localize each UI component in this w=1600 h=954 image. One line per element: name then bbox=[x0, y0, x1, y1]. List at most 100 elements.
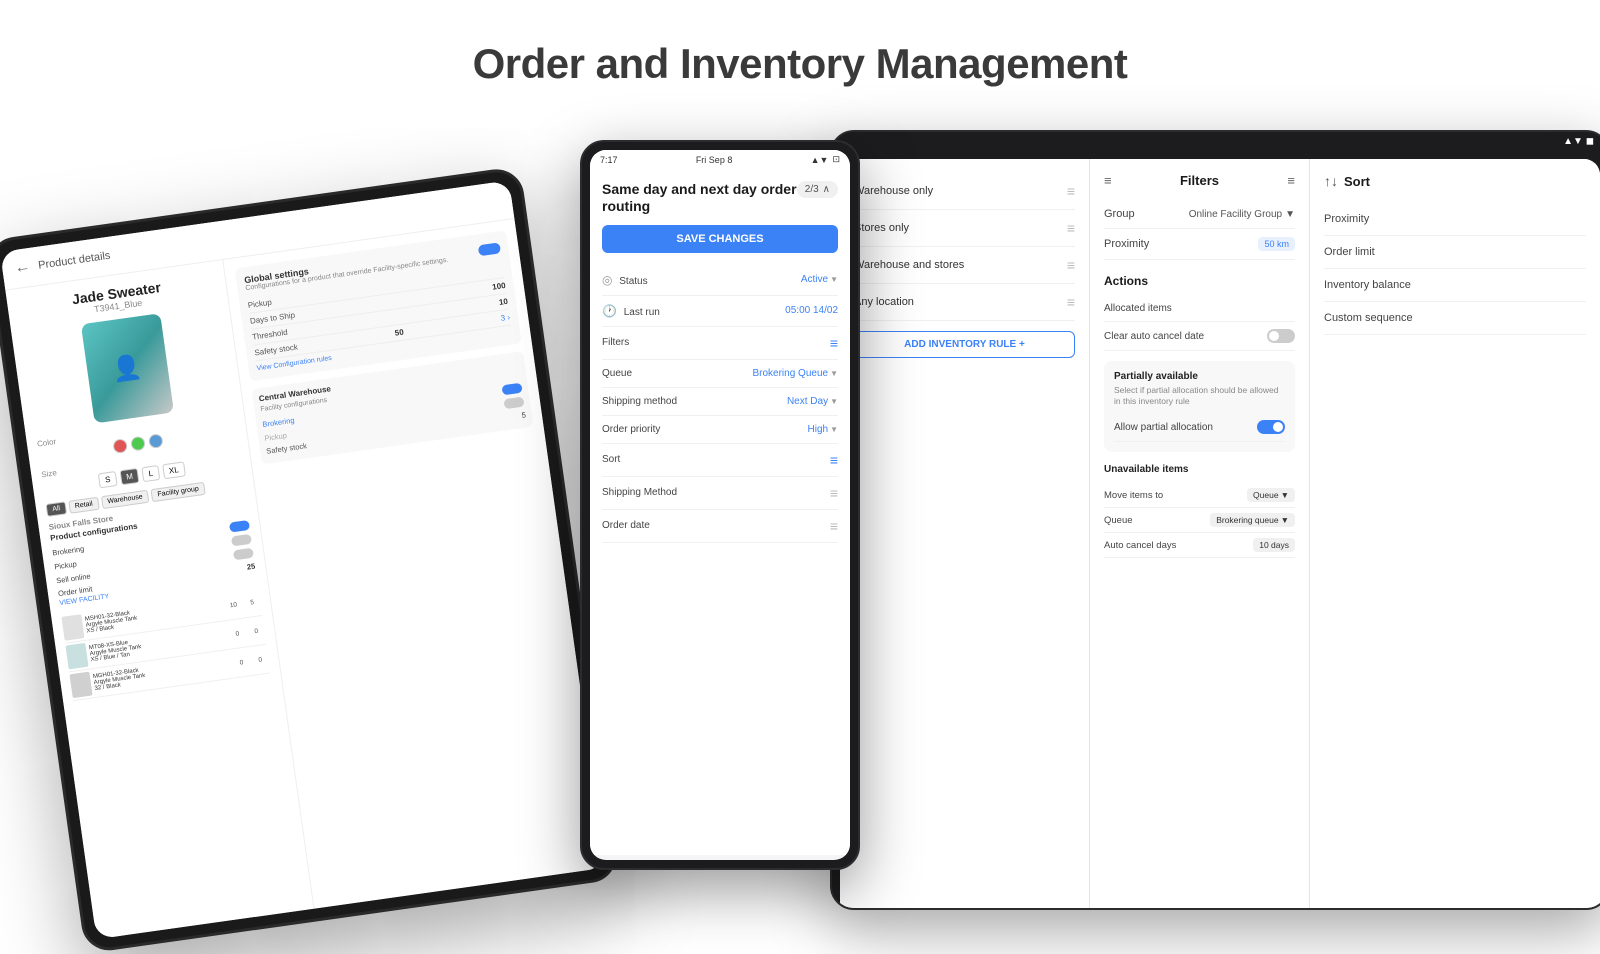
queue-row-right: Queue Brokering queue ▼ bbox=[1104, 508, 1295, 533]
move-items-label: Move items to bbox=[1104, 490, 1163, 501]
days-val: 100 bbox=[492, 281, 506, 292]
cw-brokering-toggle[interactable] bbox=[501, 383, 522, 396]
auto-cancel-val[interactable]: 10 days bbox=[1253, 538, 1295, 552]
proximity-filter-label: Proximity bbox=[1104, 238, 1149, 250]
clock-icon: 🕐 bbox=[602, 304, 617, 318]
safety-label: Safety stock bbox=[254, 342, 298, 357]
filters-row: Filters ≡ bbox=[602, 327, 838, 360]
move-items-val[interactable]: Queue ▼ bbox=[1247, 488, 1295, 502]
size-xl[interactable]: XL bbox=[162, 461, 186, 479]
last-run-label-icon: 🕐 Last run bbox=[602, 304, 660, 318]
rule-any-location-label: Any location bbox=[854, 296, 914, 308]
rule-warehouse-only[interactable]: Warehouse only ≡ bbox=[854, 173, 1075, 210]
order-date-drag-row: Order date ≡ bbox=[602, 510, 838, 543]
filters-column: ≡ Filters ≡ Group Online Facility Group … bbox=[1090, 159, 1310, 910]
save-changes-button[interactable]: SAVE CHANGES bbox=[602, 225, 838, 253]
auto-cancel-label: Auto cancel days bbox=[1104, 540, 1176, 551]
sell-online-toggle[interactable] bbox=[233, 548, 254, 561]
pickup-toggle[interactable] bbox=[231, 534, 252, 547]
shipping-method-value: Next Day ▼ bbox=[787, 396, 838, 407]
rule-drag-2[interactable]: ≡ bbox=[1067, 220, 1075, 236]
order-limit-val: 25 bbox=[246, 562, 256, 572]
cw-pickup-label: Pickup bbox=[264, 430, 288, 442]
queue-right-val[interactable]: Brokering queue ▼ bbox=[1210, 513, 1295, 527]
tab-warehouse[interactable]: Warehouse bbox=[101, 490, 150, 509]
status-value: Active ▼ bbox=[801, 274, 838, 285]
sort-inventory-balance[interactable]: Inventory balance bbox=[1324, 269, 1586, 302]
shipping-chevron: ▼ bbox=[830, 397, 838, 406]
queue-value: Brokering Queue ▼ bbox=[752, 368, 838, 379]
sort-title: Sort bbox=[1344, 174, 1370, 189]
rule-drag-4[interactable]: ≡ bbox=[1067, 294, 1075, 310]
page-title: Order and Inventory Management bbox=[0, 0, 1600, 88]
size-s[interactable]: S bbox=[98, 471, 117, 488]
auto-cancel-row: Auto cancel days 10 days bbox=[1104, 533, 1295, 558]
queue-chevron: ▼ bbox=[830, 369, 838, 378]
safety-arrow[interactable]: 3 › bbox=[500, 313, 511, 323]
tablet-right: ▲▼ ◼ Warehouse only ≡ Stores only ≡ Ware… bbox=[830, 130, 1600, 910]
status-icon: ◎ bbox=[602, 273, 612, 287]
size-l[interactable]: L bbox=[142, 465, 160, 482]
unavailable-section: Unavailable items Move items to Queue ▼ … bbox=[1104, 464, 1295, 558]
inv-num-1: 10 bbox=[225, 600, 242, 609]
drag-handle-1[interactable]: ≡ bbox=[830, 485, 838, 501]
sort-label: Sort bbox=[602, 454, 620, 465]
partial-title: Partially available bbox=[1114, 371, 1285, 382]
size-m[interactable]: M bbox=[119, 468, 140, 485]
move-chevron: ▼ bbox=[1281, 490, 1289, 500]
status-time: 7:17 bbox=[600, 155, 618, 165]
inv-num-2: 0 bbox=[229, 629, 246, 638]
brokering-toggle[interactable] bbox=[229, 520, 250, 533]
rule-drag-1[interactable]: ≡ bbox=[1067, 183, 1075, 199]
clear-cancel-row: Clear auto cancel date bbox=[1104, 322, 1295, 351]
actions-title: Actions bbox=[1104, 274, 1295, 288]
rule-any-location[interactable]: Any location ≡ bbox=[854, 284, 1075, 321]
back-arrow-icon[interactable]: ← bbox=[13, 258, 31, 278]
cw-pickup-toggle[interactable] bbox=[503, 397, 524, 410]
add-inventory-rule-button[interactable]: ADD INVENTORY RULE + bbox=[854, 331, 1075, 358]
sort-filter-icon: ≡ bbox=[1287, 173, 1295, 188]
color-blue[interactable] bbox=[147, 433, 163, 449]
filter-lines-icon[interactable]: ≡ bbox=[830, 335, 838, 351]
clear-cancel-toggle[interactable] bbox=[1267, 329, 1295, 343]
cw-safety-label: Safety stock bbox=[266, 441, 308, 456]
rule-stores-only[interactable]: Stores only ≡ bbox=[854, 210, 1075, 247]
partial-desc: Select if partial allocation should be a… bbox=[1114, 385, 1285, 407]
rule-warehouse-stores-label: Warehouse and stores bbox=[854, 259, 964, 271]
tab-retail[interactable]: Retail bbox=[68, 497, 99, 514]
queue-row: Queue Brokering Queue ▼ bbox=[602, 360, 838, 388]
rule-warehouse-and-stores[interactable]: Warehouse and stores ≡ bbox=[854, 247, 1075, 284]
status-row: ◎ Status Active ▼ bbox=[602, 265, 838, 296]
rule-drag-3[interactable]: ≡ bbox=[1067, 257, 1075, 273]
inv-atp-3: 0 bbox=[252, 655, 269, 664]
color-green[interactable] bbox=[130, 436, 146, 452]
tab-all[interactable]: All bbox=[46, 501, 67, 517]
filter-icon-left: ≡ bbox=[1104, 173, 1112, 188]
sort-proximity[interactable]: Proximity bbox=[1324, 203, 1586, 236]
order-priority-row: Order priority High ▼ bbox=[602, 416, 838, 444]
pickup-label: Pickup bbox=[54, 559, 78, 571]
group-value: Online Facility Group ▼ bbox=[1189, 209, 1295, 220]
queue-chevron: ▼ bbox=[1281, 515, 1289, 525]
threshold-val: 10 bbox=[498, 297, 508, 307]
sort-order-limit[interactable]: Order limit bbox=[1324, 236, 1586, 269]
center-status-bar: 7:17 Fri Sep 8 ▲▼ ⊡ bbox=[590, 150, 850, 169]
rule-stores-only-label: Stores only bbox=[854, 222, 909, 234]
inv-atp-1: 5 bbox=[244, 598, 261, 607]
sort-custom-sequence[interactable]: Custom sequence bbox=[1324, 302, 1586, 335]
sort-arrows-icon: ↑↓ bbox=[1324, 173, 1338, 189]
allow-partial-toggle[interactable] bbox=[1257, 420, 1285, 434]
tab-facility-group[interactable]: Facility group bbox=[151, 482, 206, 502]
inv-img-1 bbox=[61, 614, 84, 641]
sort-row: Sort ≡ bbox=[602, 444, 838, 477]
shipping-method-label: Shipping method bbox=[602, 396, 677, 407]
sort-header: ↑↓ Sort bbox=[1324, 173, 1586, 189]
color-red[interactable] bbox=[112, 438, 128, 454]
rule-warehouse-only-label: Warehouse only bbox=[854, 185, 933, 197]
sort-lines-icon[interactable]: ≡ bbox=[830, 452, 838, 468]
inv-atp-2: 0 bbox=[248, 626, 265, 635]
right-status-bar: ▲▼ ◼ bbox=[832, 132, 1600, 151]
drag-handle-2[interactable]: ≡ bbox=[830, 518, 838, 534]
product-image: 👤 bbox=[80, 313, 173, 423]
priority-chevron: ▼ bbox=[830, 425, 838, 434]
